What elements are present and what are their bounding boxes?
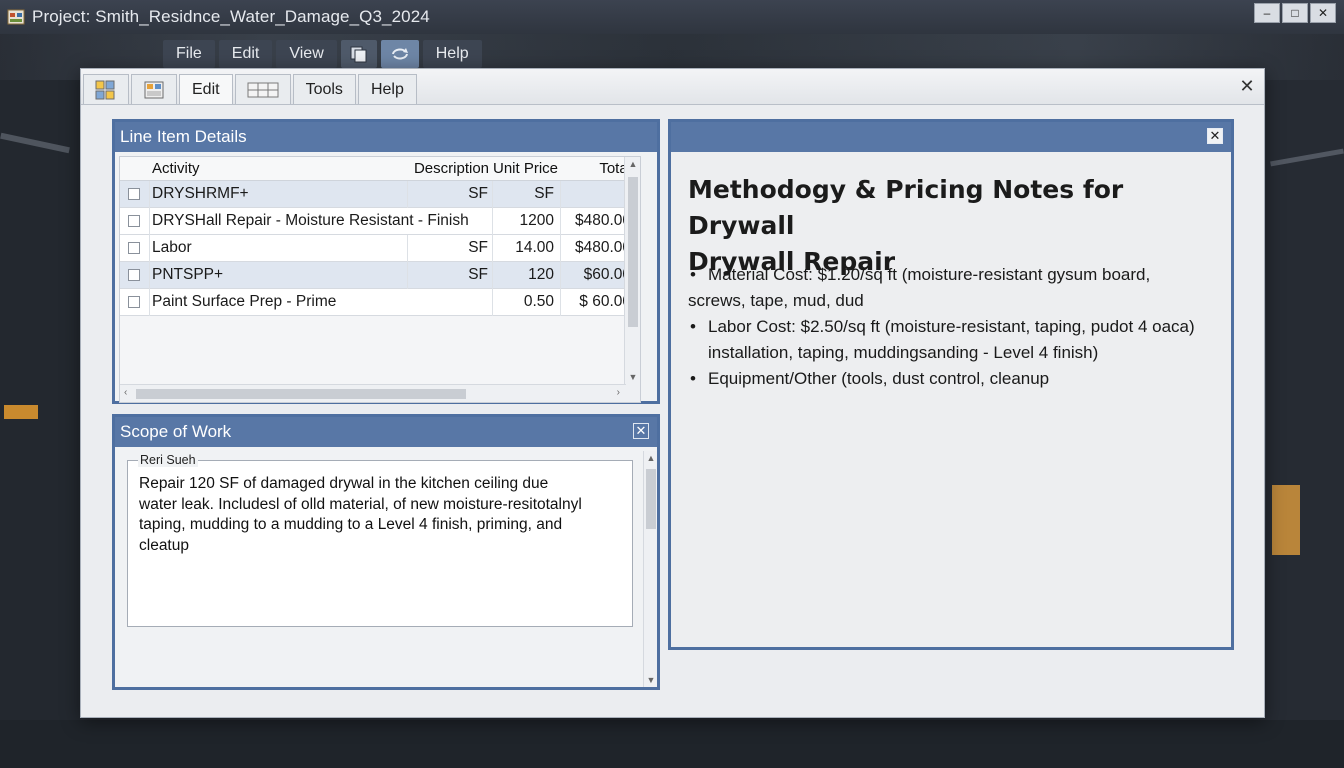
notes-header: ✕	[671, 122, 1231, 152]
table-row[interactable]: DRYSHall Repair - Moisture Resistant - F…	[120, 207, 640, 235]
minimize-button[interactable]: ‒	[1254, 3, 1280, 23]
tab-help[interactable]: Help	[357, 74, 417, 104]
row-checkbox[interactable]	[128, 269, 140, 281]
table-tool-icon[interactable]	[234, 74, 291, 104]
scope-text-area[interactable]: Reri Sueh Repair 120 SF of damaged drywa…	[127, 453, 633, 627]
cell-activity: DRYSHRMF+	[150, 180, 408, 208]
bullet-text: $1.20/sq ft (moisture-resistant gysum bo…	[812, 265, 1151, 284]
table-row[interactable]: Labor SF 14.00 $480.00	[120, 234, 640, 262]
row-checkbox[interactable]	[128, 215, 140, 227]
list-item: Equipment/Other (tools, dust control, cl…	[688, 366, 1218, 392]
app-title-bar: Project: Smith_Residnce_Water_Damage_Q3_…	[0, 0, 1344, 34]
pricing-notes-panel: ✕ Methodogy & Pricing Notes for Drywall …	[668, 119, 1234, 650]
row-checkbox-cell	[120, 207, 150, 235]
dialog-body: Line Item Details Activity Description U…	[81, 105, 1264, 717]
dialog-toolbar: Edit Tools Help	[81, 69, 1264, 105]
notes-title-line: Methodogy & Pricing Notes for Drywall	[688, 175, 1124, 240]
line-items-panel: Line Item Details Activity Description U…	[112, 119, 660, 404]
menu-file[interactable]: File	[163, 40, 215, 68]
row-checkbox-cell	[120, 180, 150, 208]
maximize-button[interactable]: □	[1282, 3, 1308, 23]
cell-unit-price: 120	[493, 261, 561, 289]
table-row[interactable]: DRYSHRMF+ SF SF	[120, 180, 640, 208]
close-notes-icon[interactable]: ✕	[1207, 128, 1223, 144]
bullet-continuation: screws, tape, mud, dud	[688, 291, 864, 310]
menu-edit[interactable]: Edit	[218, 40, 273, 68]
layout-tool-icon[interactable]	[131, 74, 177, 104]
row-checkbox-cell	[120, 234, 150, 262]
scope-of-work-panel: Scope of Work ✕ Reri Sueh Repair 120 SF …	[112, 414, 660, 690]
row-checkbox[interactable]	[128, 188, 140, 200]
notes-list: Material Cost: $1.20/sq ft (moisture-res…	[688, 262, 1218, 392]
tab-tools[interactable]: Tools	[292, 74, 356, 104]
table-row[interactable]: PNTSPP+ SF 120 $60.00	[120, 261, 640, 289]
close-scope-icon[interactable]: ✕	[633, 423, 649, 439]
column-header-unit-price[interactable]: Unit Price	[493, 160, 561, 177]
scrollbar-thumb[interactable]	[628, 177, 638, 327]
cell-activity: Paint Surface Prep - Prime	[150, 288, 493, 316]
menu-view[interactable]: View	[276, 40, 337, 68]
app-icon	[6, 7, 26, 27]
line-items-header: Line Item Details	[115, 122, 657, 152]
cell-activity: DRYSHall Repair - Moisture Resistant - F…	[150, 207, 493, 235]
scroll-right-icon[interactable]: ›	[617, 387, 620, 398]
grid-tool-icon[interactable]	[83, 74, 129, 104]
list-item: Labor Cost: $2.50/sq ft (moisture-resist…	[688, 314, 1218, 366]
cell-activity: Labor	[150, 234, 408, 262]
scroll-left-icon[interactable]: ‹	[124, 387, 127, 398]
copy-icon[interactable]	[340, 40, 377, 68]
row-checkbox[interactable]	[128, 296, 140, 308]
cell-unit-price: 1200	[493, 207, 561, 235]
cell-unit-price: SF	[493, 180, 561, 208]
cell-unit-price: 0.50	[493, 288, 561, 316]
scope-line: water leak. Includesl of olld material, …	[139, 495, 582, 513]
scope-scrollbar[interactable]: ▲ ▼	[643, 451, 657, 687]
row-checkbox[interactable]	[128, 242, 140, 254]
scope-line: taping, mudding to a mudding to a Level …	[139, 516, 563, 533]
bullet-lead: Material Cost:	[708, 265, 813, 284]
table-row[interactable]: Paint Surface Prep - Prime 0.50 $ 60.00	[120, 288, 640, 316]
scroll-down-icon[interactable]: ▼	[644, 675, 658, 685]
scope-header: Scope of Work ✕	[115, 417, 657, 447]
column-header-activity[interactable]: Activity	[150, 160, 408, 177]
scope-title: Scope of Work	[120, 422, 232, 441]
scroll-up-icon[interactable]: ▲	[625, 159, 641, 169]
bullet-lead: Labor Cost:	[708, 317, 796, 336]
row-checkbox-cell	[120, 288, 150, 316]
scope-line: cleatup	[139, 536, 189, 554]
table-header-row: Activity Description Unit Price Total	[120, 157, 640, 181]
tab-edit[interactable]: Edit	[179, 74, 233, 104]
row-checkbox-cell	[120, 261, 150, 289]
cell-description: SF	[408, 180, 493, 208]
sync-icon[interactable]	[380, 40, 419, 68]
scroll-up-icon[interactable]: ▲	[644, 453, 658, 463]
cell-description: SF	[408, 261, 493, 289]
estimate-dialog: Edit Tools Help ✕ Line Item Details Acti…	[80, 68, 1265, 718]
bullet-text: $2.50/sq ft (moisture-resistant, taping,…	[795, 317, 1195, 336]
close-dialog-icon[interactable]: ✕	[1238, 77, 1256, 95]
line-items-table: Activity Description Unit Price Total DR…	[119, 156, 641, 403]
bullet-lead: Equipment/Other	[708, 369, 837, 388]
table-horizontal-scrollbar[interactable]: ‹ ›	[120, 384, 626, 402]
scrollbar-thumb[interactable]	[136, 389, 466, 399]
cell-activity: PNTSPP+	[150, 261, 408, 289]
cell-description: SF	[408, 234, 493, 262]
table-vertical-scrollbar[interactable]: ▲ ▼	[624, 157, 640, 402]
scroll-down-icon[interactable]: ▼	[625, 372, 641, 382]
scope-line: Repair 120 SF of damaged drywal in the k…	[139, 475, 549, 492]
scope-field-label: Reri Sueh	[138, 453, 198, 467]
scope-text: Repair 120 SF of damaged drywal in the k…	[139, 474, 629, 556]
close-window-button[interactable]: ✕	[1310, 3, 1336, 23]
cell-unit-price: 14.00	[493, 234, 561, 262]
scrollbar-thumb[interactable]	[646, 469, 656, 529]
window-title: Project: Smith_Residnce_Water_Damage_Q3_…	[32, 7, 430, 26]
menu-help[interactable]: Help	[422, 40, 482, 68]
column-header-description[interactable]: Description	[408, 160, 493, 177]
list-item: Material Cost: $1.20/sq ft (moisture-res…	[688, 262, 1218, 314]
notes-body: Methodogy & Pricing Notes for Drywall Dr…	[671, 152, 1231, 647]
main-menu-bar: File Edit View Help	[163, 40, 482, 68]
bullet-text: (tools, dust control, cleanup	[836, 369, 1050, 388]
bullet-continuation: installation, taping, muddingsanding - L…	[708, 343, 1099, 362]
